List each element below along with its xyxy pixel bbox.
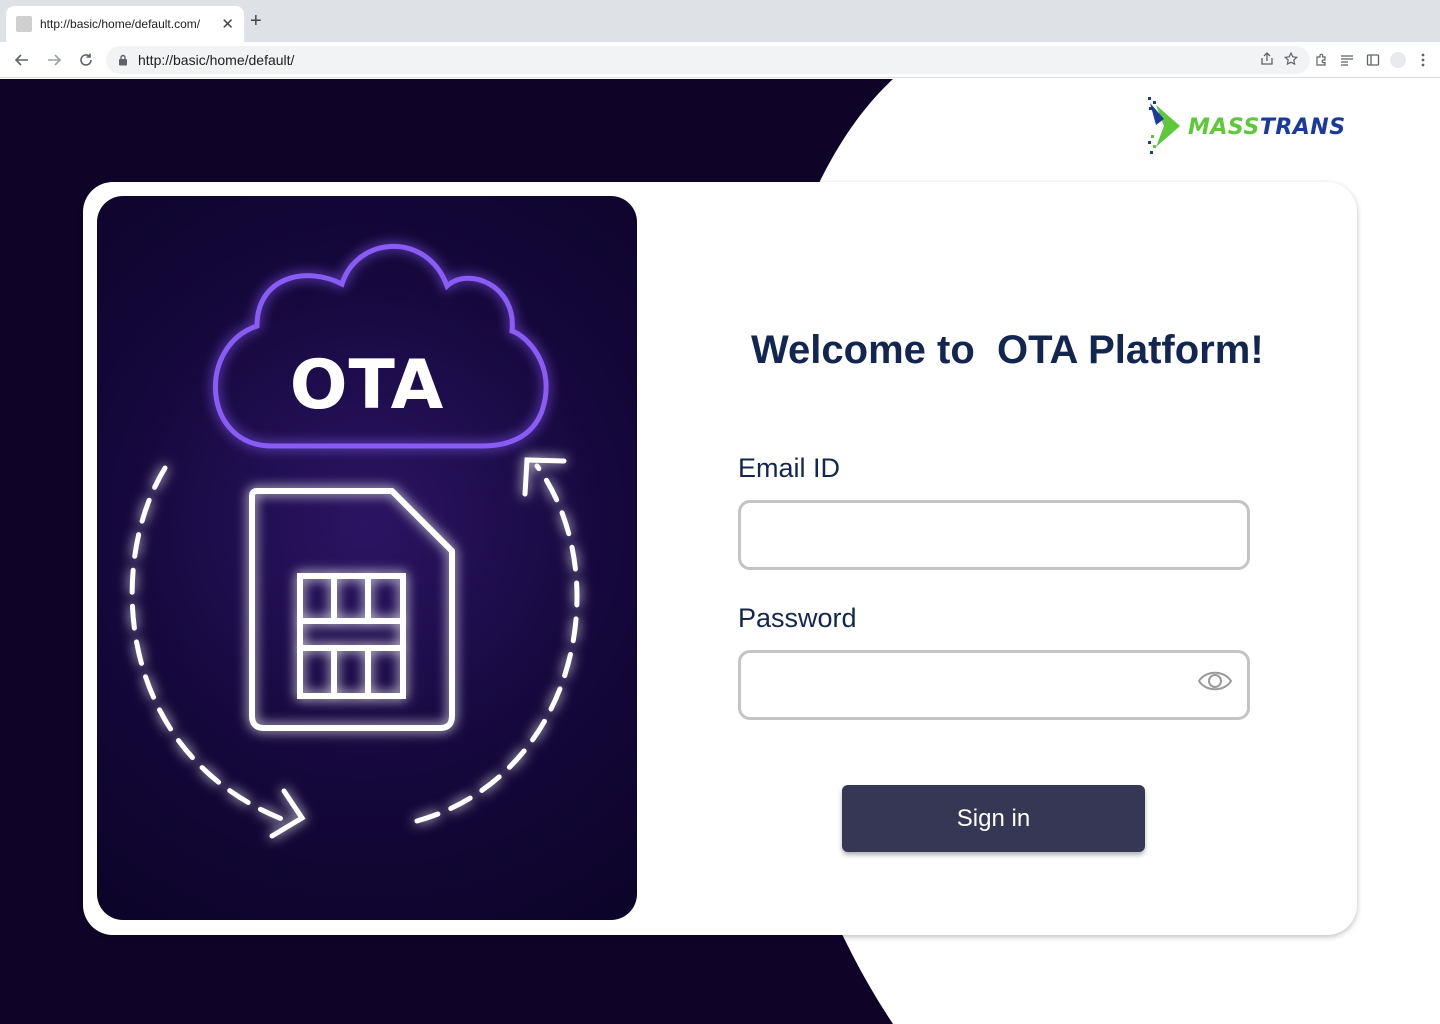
browser-toolbar: http://basic/home/default/ bbox=[0, 42, 1440, 78]
reading-list-icon[interactable] bbox=[1338, 51, 1356, 69]
page-title: Welcome to OTA Platform! bbox=[751, 328, 1264, 372]
show-password-eye-icon[interactable] bbox=[1197, 667, 1233, 700]
lock-icon bbox=[118, 54, 128, 66]
password-label: Password bbox=[738, 603, 857, 633]
address-bar[interactable]: http://basic/home/default/ bbox=[106, 46, 1310, 74]
browser-tab-bar: http://basic/home/default.com/ ✕ + bbox=[0, 0, 1440, 42]
ota-graphic bbox=[129, 243, 580, 839]
extensions-icon[interactable] bbox=[1312, 51, 1330, 69]
login-card: OTA Welcome to OTA Platform! Email ID Pa… bbox=[83, 182, 1357, 935]
ota-cloud-label: OTA bbox=[289, 346, 445, 425]
browser-tab[interactable]: http://basic/home/default.com/ ✕ bbox=[6, 6, 244, 42]
side-panel-icon[interactable] bbox=[1364, 51, 1382, 69]
new-tab-icon[interactable]: + bbox=[250, 10, 262, 32]
email-field[interactable] bbox=[738, 500, 1250, 570]
password-field[interactable] bbox=[738, 650, 1250, 720]
email-label: Email ID bbox=[738, 453, 841, 483]
ota-illustration: OTA bbox=[97, 196, 637, 920]
sign-in-button[interactable]: Sign in bbox=[842, 785, 1145, 852]
forward-icon[interactable] bbox=[42, 48, 66, 72]
bookmark-star-icon[interactable] bbox=[1283, 51, 1299, 71]
logo-arrow-icon bbox=[1148, 97, 1180, 154]
favicon-icon bbox=[16, 16, 32, 32]
menu-kebab-icon[interactable] bbox=[1414, 51, 1432, 69]
logo-text-trans: TRANS bbox=[1259, 115, 1346, 140]
tab-title: http://basic/home/default.com/ bbox=[40, 17, 201, 31]
profile-avatar[interactable] bbox=[1390, 52, 1406, 68]
reload-icon[interactable] bbox=[74, 48, 98, 72]
close-tab-icon[interactable]: ✕ bbox=[221, 17, 234, 32]
url-text: http://basic/home/default/ bbox=[138, 52, 295, 68]
share-icon[interactable] bbox=[1260, 52, 1274, 71]
logo-text-mass: MASS bbox=[1188, 115, 1260, 140]
sim-card-icon bbox=[249, 488, 455, 731]
back-icon[interactable] bbox=[10, 48, 34, 72]
masstrans-logo: MASSTRANS bbox=[1146, 95, 1406, 157]
login-page: MASSTRANS OTA Welcome to OTA Platform! E… bbox=[0, 79, 1440, 1024]
